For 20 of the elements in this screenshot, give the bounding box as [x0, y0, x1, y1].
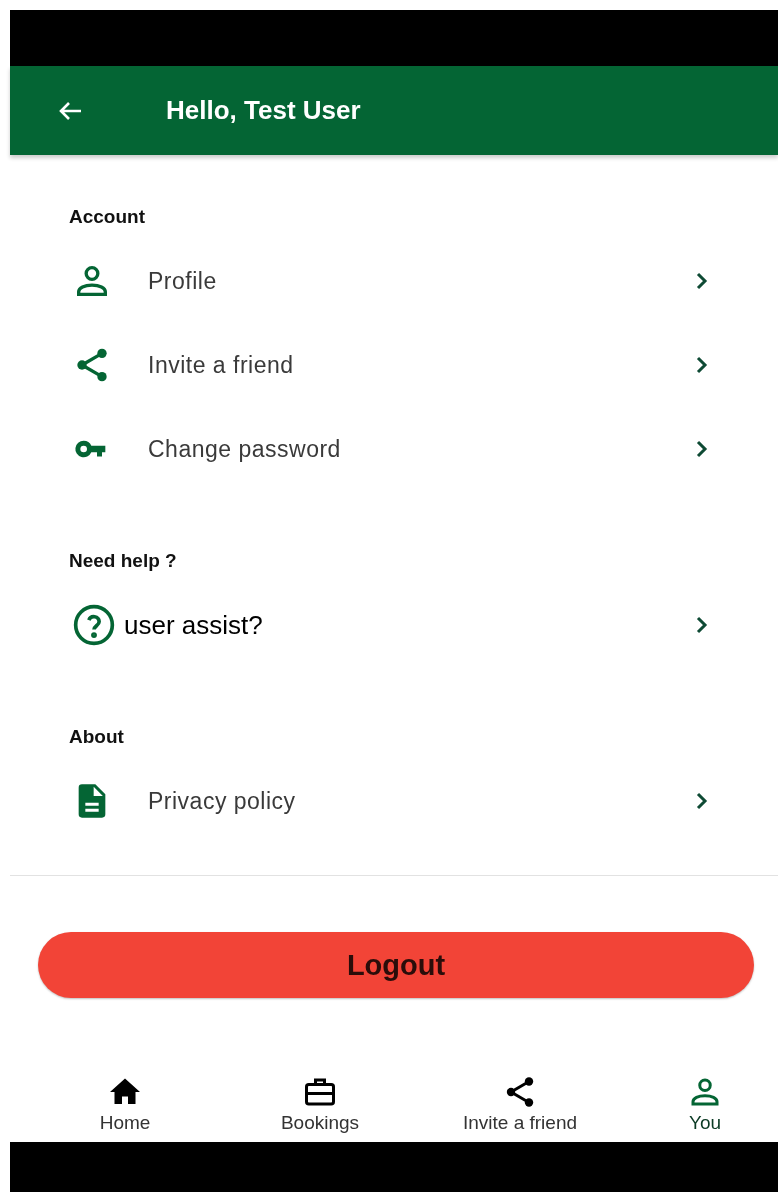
nav-label: Invite a friend	[462, 1112, 578, 1134]
header-title: Hello, Test User	[166, 95, 361, 126]
help-icon	[72, 603, 116, 647]
nav-label: Bookings	[280, 1112, 360, 1134]
back-arrow-icon	[57, 99, 83, 122]
section-title: Account	[69, 205, 146, 229]
nav-label: You	[688, 1112, 722, 1134]
section-title: About	[69, 725, 125, 749]
nav-tab[interactable]: Bookings	[240, 1074, 400, 1134]
nav-tab[interactable]: Home	[10, 1074, 240, 1134]
menu-item[interactable]: user assist?	[10, 583, 778, 667]
nav-tab[interactable]: Invite a friend	[400, 1074, 640, 1134]
nav-label: Home	[99, 1112, 151, 1134]
nav-tab[interactable]: You	[640, 1074, 770, 1134]
menu-item[interactable]: Invite a friend	[10, 323, 778, 407]
logout-button[interactable]: Logout	[38, 932, 754, 998]
section-title: Need help ?	[69, 549, 178, 573]
menu-item[interactable]: Change password	[10, 407, 778, 491]
menu-item[interactable]: Privacy policy	[10, 759, 778, 843]
menu-item[interactable]: Profile	[10, 239, 778, 323]
